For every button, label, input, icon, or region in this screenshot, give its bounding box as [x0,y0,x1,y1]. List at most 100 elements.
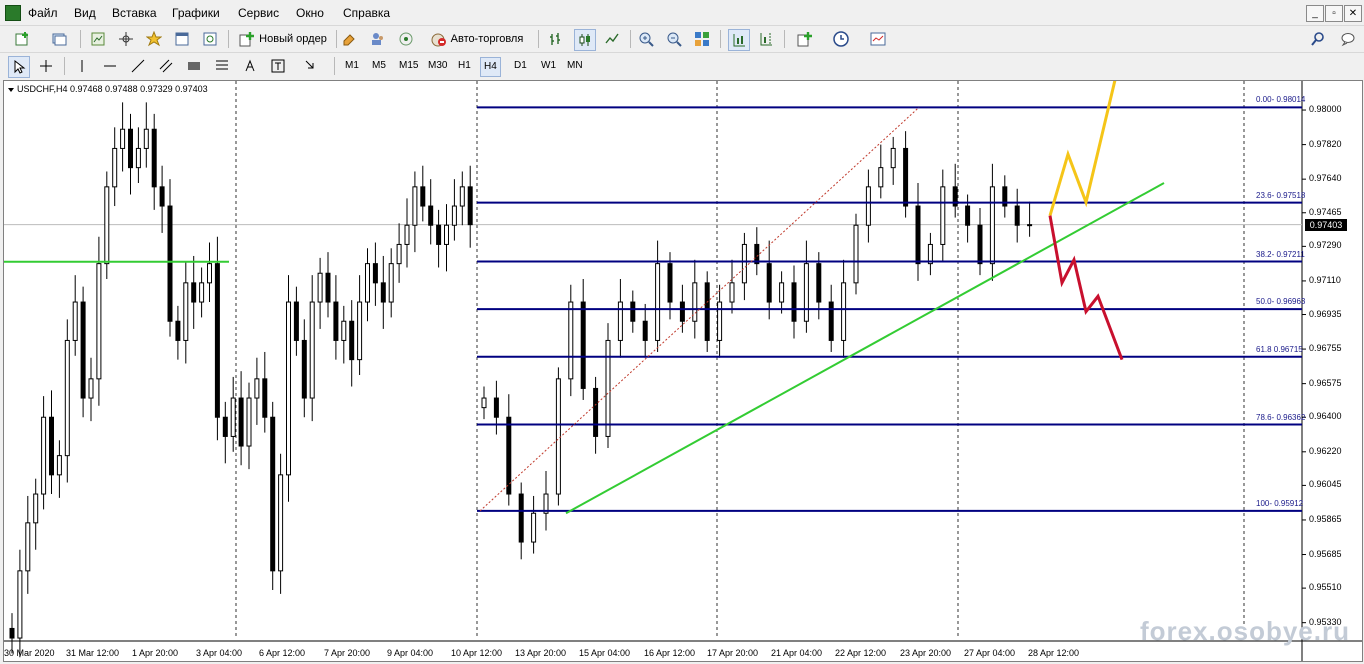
cursor-arrow-icon [14,59,26,74]
bar-chart-button[interactable] [546,29,566,49]
metaeditor-button[interactable] [340,29,360,49]
candle-body-45 [365,263,370,303]
new-chart-icon [15,32,28,46]
price-tick-1: 0.97820 [1309,138,1342,149]
text-button[interactable] [240,56,260,76]
candle-body-13 [112,147,118,188]
candle2-body-27 [816,263,822,303]
close-button[interactable]: ✕ [1344,5,1362,22]
candle-body-2 [25,522,31,572]
time-tick-9: 15 Apr 04:00 [579,648,631,658]
candle-body-10 [88,378,94,399]
zoom-out-button[interactable] [664,29,684,49]
candle2-body-43 [1014,205,1020,226]
menu-charts[interactable]: Графики [172,6,220,20]
menu-window[interactable]: Окно [296,6,324,20]
indicators-button[interactable] [790,29,820,49]
candlestick-chart-button[interactable] [574,29,596,51]
timeframe-d1[interactable]: D1 [511,57,530,75]
timeframe-mn[interactable]: MN [564,57,586,75]
data-window-button[interactable] [116,29,136,49]
candle-body-28 [230,397,236,437]
rectangle-button[interactable] [184,56,204,76]
timeframe-m1[interactable]: M1 [342,57,362,75]
timeframe-w1[interactable]: W1 [538,57,559,75]
candle2-body-3 [518,493,524,543]
periods-button[interactable] [826,29,856,49]
timeframe-h4[interactable]: H4 [480,57,501,77]
timeframe-m5[interactable]: M5 [369,57,389,75]
candle2-body-0 [481,397,487,409]
menu-help[interactable]: Справка [343,6,390,20]
search-button[interactable] [1308,29,1328,49]
candle-body-20 [167,205,173,322]
profiles-button[interactable] [44,29,74,49]
autoscroll-button[interactable] [728,29,750,51]
timeframe-m30[interactable]: M30 [425,57,450,75]
candle2-body-26 [803,263,809,322]
menu-view[interactable]: Вид [74,6,96,20]
zoom-in-button[interactable] [636,29,656,49]
restore-button[interactable]: ▫ [1325,5,1343,22]
crosshair-icon [119,32,133,46]
arrows-button[interactable] [296,56,326,76]
time-tick-4: 6 Apr 12:00 [259,648,306,658]
autotrading-button[interactable]: Авто-торговля [424,29,530,49]
candle-body-0 [9,627,15,639]
chart-shift-button[interactable] [756,29,776,49]
candle2-body-13 [642,320,648,341]
cursor-button[interactable] [8,56,30,78]
line-chart-button[interactable] [602,29,622,49]
menu-file[interactable]: Файл [28,6,58,20]
candle2-body-25 [791,282,797,322]
templates-button[interactable] [862,29,894,49]
candle-body-51 [412,186,418,226]
collapse-arrow-icon[interactable] [8,87,14,92]
trendline-button[interactable] [128,56,148,76]
signals-button[interactable] [396,29,416,49]
chart-plot[interactable] [4,81,1362,661]
candle2-body-11 [617,301,623,341]
text-label-button[interactable] [268,56,288,76]
candle2-body-10 [605,339,611,437]
candle-body-14 [120,128,126,149]
menu-insert[interactable]: Вставка [112,6,157,20]
timeframe-m15[interactable]: M15 [396,57,421,75]
tile-windows-icon [695,32,709,46]
equidistant-channel-button[interactable] [156,56,176,76]
time-tick-7: 10 Apr 12:00 [451,648,503,658]
candle-body-42 [341,320,347,341]
chat-button[interactable] [1338,29,1358,49]
new-order-button[interactable]: Новый ордер [234,29,332,49]
strategy-tester-button[interactable] [200,29,220,49]
candle-body-57 [459,186,465,207]
candle-body-54 [436,224,442,245]
candle-body-23 [191,282,197,303]
candle2-body-32 [878,167,884,188]
new-chart-button[interactable] [8,29,38,49]
navigator-button[interactable] [144,29,164,49]
candle-body-44 [357,301,363,361]
terminal-button[interactable] [172,29,192,49]
time-tick-6: 9 Apr 04:00 [387,648,434,658]
chart-shift-icon [760,33,772,46]
candle2-body-41 [989,186,995,265]
app-icon[interactable] [5,5,21,21]
chart-window[interactable]: USDCHF,H4 0.97468 0.97488 0.97329 0.9740… [3,80,1363,662]
minimize-button[interactable]: _ [1306,5,1324,22]
candle2-body-15 [667,263,673,303]
community-button[interactable] [368,29,388,49]
clock-icon [833,31,849,47]
tile-windows-button[interactable] [692,29,712,49]
menu-bar: Файл Вид Вставка Графики Сервис Окно Спр… [0,0,1364,26]
candle-body-12 [104,186,110,265]
timeframe-h1[interactable]: H1 [455,57,474,75]
market-watch-button[interactable] [88,29,108,49]
time-tick-3: 3 Apr 04:00 [196,648,243,658]
price-tick-7: 0.96755 [1309,343,1342,354]
menu-tools[interactable]: Сервис [238,6,279,20]
vertical-line-button[interactable] [72,56,92,76]
fibonacci-button[interactable] [212,56,232,76]
crosshair-button[interactable] [36,56,56,76]
horizontal-line-button[interactable] [100,56,120,76]
